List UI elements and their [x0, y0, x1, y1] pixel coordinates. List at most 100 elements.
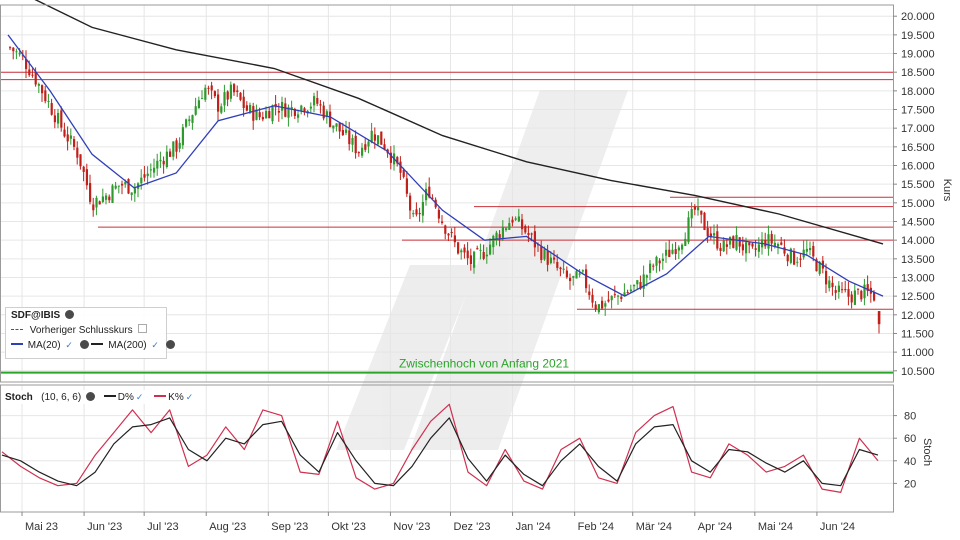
stoch-tick-label: 40: [904, 456, 916, 468]
annotation-label: Zwischenhoch von Anfang 2021: [399, 357, 569, 371]
candle-body: [479, 249, 482, 251]
month-label: Jun '23: [87, 521, 122, 533]
candle-body: [377, 135, 380, 145]
candle-body: [133, 188, 137, 194]
candle-body: [85, 169, 89, 186]
legend-ma20-label: MA(20): [27, 340, 61, 351]
candle-body: [252, 106, 255, 121]
candle-body: [514, 218, 517, 220]
eye-icon[interactable]: [85, 392, 95, 401]
price-tick-label: 19.000: [901, 49, 935, 61]
candle-body: [527, 233, 530, 235]
candle-body: [511, 219, 514, 223]
candle-body: [271, 105, 274, 122]
price-tick-label: 15.500: [901, 179, 935, 191]
candle-body: [441, 221, 444, 224]
stoch-title: Stoch: [5, 392, 33, 403]
stoch-axis-title: Stoch: [921, 438, 933, 466]
candle-body: [15, 51, 18, 53]
candle-body: [585, 269, 588, 289]
price-tick-label: 11.000: [901, 347, 934, 359]
candle-body: [188, 119, 191, 122]
candle-body: [261, 117, 265, 120]
candle-body: [149, 169, 153, 171]
month-label: Mai '24: [758, 521, 793, 533]
price-tick-label: 18.000: [901, 86, 935, 98]
ma200-line: [34, 0, 884, 245]
candle-body: [857, 288, 860, 290]
candle-body: [258, 112, 261, 118]
candle-body: [169, 151, 172, 157]
candle-body: [233, 84, 236, 93]
candle-body: [194, 106, 197, 115]
candle-body: [572, 276, 575, 278]
candle-body: [239, 92, 242, 100]
candle-body: [780, 242, 783, 245]
stoch-d-label: D%: [117, 392, 134, 403]
price-tick-label: 10.500: [901, 366, 935, 378]
candle-body: [197, 100, 201, 109]
candle-body: [201, 98, 204, 100]
candle-body: [44, 90, 47, 102]
candle-body: [178, 142, 181, 149]
candle-body: [556, 262, 559, 268]
candle-body: [697, 207, 700, 211]
candle-body: [629, 289, 633, 292]
candle-body: [610, 295, 613, 301]
candle-body: [57, 112, 60, 124]
checkbox-icon[interactable]: [138, 324, 148, 333]
candle-body: [210, 85, 213, 91]
candle-body: [105, 195, 108, 200]
candle-body: [114, 185, 117, 189]
candle-body: [82, 166, 85, 172]
candle-body: [12, 47, 15, 52]
candle-body: [546, 250, 549, 265]
candle-body: [453, 235, 457, 243]
candle-body: [588, 291, 591, 296]
check-icon[interactable]: ✓: [136, 392, 144, 402]
candle-body: [159, 159, 162, 162]
candle-body: [521, 219, 524, 230]
legend-prev-close-label: Vorheriger Schlusskurs: [29, 325, 133, 336]
candle-body: [351, 138, 354, 145]
candle-body: [463, 247, 466, 253]
candle-body: [877, 311, 881, 325]
candle-body: [181, 127, 185, 146]
candle-body: [703, 212, 706, 230]
candle-body: [172, 141, 175, 157]
price-tick-label: 16.000: [901, 161, 935, 173]
candle-body: [191, 115, 194, 123]
candle-body: [47, 100, 50, 102]
candle-body: [793, 250, 796, 265]
candle-body: [834, 290, 837, 293]
ma20-line-icon: [11, 343, 23, 345]
candle-body: [300, 105, 303, 112]
candle-body: [620, 296, 623, 299]
candle-body: [444, 225, 447, 234]
candle-body: [505, 228, 508, 231]
candle-body: [543, 249, 546, 260]
candle-body: [207, 87, 210, 89]
candle-body: [313, 96, 316, 106]
eye-icon[interactable]: [79, 340, 89, 349]
candle-body: [831, 282, 834, 288]
month-label: Mai 23: [25, 521, 58, 533]
candle-body: [153, 167, 156, 173]
eye-icon[interactable]: [165, 340, 175, 349]
candle-body: [66, 134, 69, 142]
check-icon[interactable]: ✓: [65, 340, 73, 350]
candle-body: [860, 290, 863, 300]
candle-body: [50, 103, 53, 115]
candle-body: [281, 101, 284, 111]
stoch-tick-label: 20: [904, 478, 916, 490]
eye-icon[interactable]: [64, 310, 74, 319]
candle-body: [402, 169, 405, 177]
candle-body: [405, 178, 409, 194]
check-icon[interactable]: ✓: [151, 340, 159, 350]
stoch-k-label: K%: [168, 392, 184, 403]
candle-body: [690, 209, 693, 219]
candle-body: [229, 84, 233, 99]
candle-body: [482, 252, 485, 259]
stoch-tick-label: 60: [904, 433, 916, 445]
check-icon[interactable]: ✓: [186, 392, 194, 402]
